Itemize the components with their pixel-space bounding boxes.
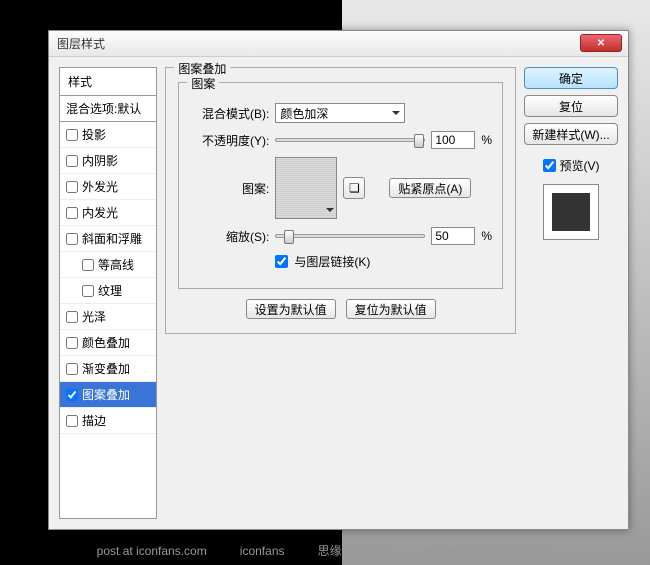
checkbox[interactable] bbox=[66, 389, 78, 401]
side-panel: 确定 复位 新建样式(W)... 预览(V) bbox=[524, 67, 618, 519]
preview-inner bbox=[552, 193, 590, 231]
link-layer-label: 与图层链接(K) bbox=[294, 253, 370, 270]
style-item-contour[interactable]: 等高线 bbox=[60, 252, 156, 278]
scale-slider[interactable] bbox=[275, 234, 425, 238]
percent-label: % bbox=[481, 229, 492, 243]
blend-mode-label: 混合模式(B): bbox=[189, 105, 269, 122]
style-item-drop-shadow[interactable]: 投影 bbox=[60, 122, 156, 148]
style-item-outer-glow[interactable]: 外发光 bbox=[60, 174, 156, 200]
reset-default-button[interactable]: 复位为默认值 bbox=[346, 299, 436, 319]
link-layer-checkbox[interactable] bbox=[275, 255, 288, 268]
opacity-input[interactable] bbox=[431, 131, 475, 149]
styles-list: 混合选项:默认 投影 内阴影 外发光 内发光 斜面和浮雕 等高线 纹理 光泽 颜… bbox=[60, 96, 156, 518]
pattern-title: 图案 bbox=[187, 75, 219, 92]
style-item-inner-shadow[interactable]: 内阴影 bbox=[60, 148, 156, 174]
style-item-stroke[interactable]: 描边 bbox=[60, 408, 156, 434]
slider-thumb[interactable] bbox=[414, 134, 424, 148]
checkbox[interactable] bbox=[66, 415, 78, 427]
cancel-button[interactable]: 复位 bbox=[524, 95, 618, 117]
checkbox[interactable] bbox=[66, 337, 78, 349]
set-default-button[interactable]: 设置为默认值 bbox=[246, 299, 336, 319]
titlebar[interactable]: 图层样式 ✕ bbox=[49, 31, 628, 57]
styles-header[interactable]: 样式 bbox=[60, 68, 156, 96]
main-panel: 图案叠加 图案 混合模式(B): 颜色加深 不透明度(Y): % 图案: bbox=[165, 67, 516, 519]
blend-mode-select[interactable]: 颜色加深 bbox=[275, 103, 405, 123]
scale-label: 缩放(S): bbox=[189, 228, 269, 245]
opacity-slider[interactable] bbox=[275, 138, 425, 142]
preview-checkbox[interactable] bbox=[543, 159, 556, 172]
layer-style-dialog: 图层样式 ✕ 样式 混合选项:默认 投影 内阴影 外发光 内发光 斜面和浮雕 等… bbox=[48, 30, 629, 530]
new-style-button[interactable]: 新建样式(W)... bbox=[524, 123, 618, 145]
slider-thumb[interactable] bbox=[284, 230, 294, 244]
checkbox[interactable] bbox=[82, 259, 94, 271]
style-item-pattern-overlay[interactable]: 图案叠加 bbox=[60, 382, 156, 408]
blend-options-item[interactable]: 混合选项:默认 bbox=[60, 96, 156, 122]
new-preset-button[interactable]: ❏ bbox=[343, 177, 365, 199]
snap-origin-button[interactable]: 贴紧原点(A) bbox=[389, 178, 471, 198]
footer: post at iconfans.com iconfans 思缘设计论坛 WWW… bbox=[0, 542, 650, 559]
scale-input[interactable] bbox=[431, 227, 475, 245]
preview-label: 预览(V) bbox=[560, 157, 600, 174]
pattern-label: 图案: bbox=[189, 180, 269, 197]
checkbox[interactable] bbox=[66, 129, 78, 141]
pattern-overlay-group: 图案叠加 图案 混合模式(B): 颜色加深 不透明度(Y): % 图案: bbox=[165, 67, 516, 334]
style-item-satin[interactable]: 光泽 bbox=[60, 304, 156, 330]
checkbox[interactable] bbox=[66, 363, 78, 375]
close-icon: ✕ bbox=[597, 38, 605, 49]
pattern-fieldset: 图案 混合模式(B): 颜色加深 不透明度(Y): % 图案: bbox=[178, 82, 503, 289]
style-item-texture[interactable]: 纹理 bbox=[60, 278, 156, 304]
ok-button[interactable]: 确定 bbox=[524, 67, 618, 89]
pattern-picker[interactable] bbox=[275, 157, 337, 219]
style-item-inner-glow[interactable]: 内发光 bbox=[60, 200, 156, 226]
style-item-color-overlay[interactable]: 颜色叠加 bbox=[60, 330, 156, 356]
checkbox[interactable] bbox=[66, 155, 78, 167]
style-item-gradient-overlay[interactable]: 渐变叠加 bbox=[60, 356, 156, 382]
opacity-label: 不透明度(Y): bbox=[189, 132, 269, 149]
checkbox[interactable] bbox=[82, 285, 94, 297]
dialog-title: 图层样式 bbox=[57, 35, 105, 52]
percent-label: % bbox=[481, 133, 492, 147]
new-preset-icon: ❏ bbox=[349, 181, 360, 195]
preview-swatch bbox=[543, 184, 599, 240]
checkbox[interactable] bbox=[66, 181, 78, 193]
style-item-bevel[interactable]: 斜面和浮雕 bbox=[60, 226, 156, 252]
checkbox[interactable] bbox=[66, 207, 78, 219]
styles-panel: 样式 混合选项:默认 投影 内阴影 外发光 内发光 斜面和浮雕 等高线 纹理 光… bbox=[59, 67, 157, 519]
checkbox[interactable] bbox=[66, 233, 78, 245]
checkbox[interactable] bbox=[66, 311, 78, 323]
close-button[interactable]: ✕ bbox=[580, 34, 622, 52]
